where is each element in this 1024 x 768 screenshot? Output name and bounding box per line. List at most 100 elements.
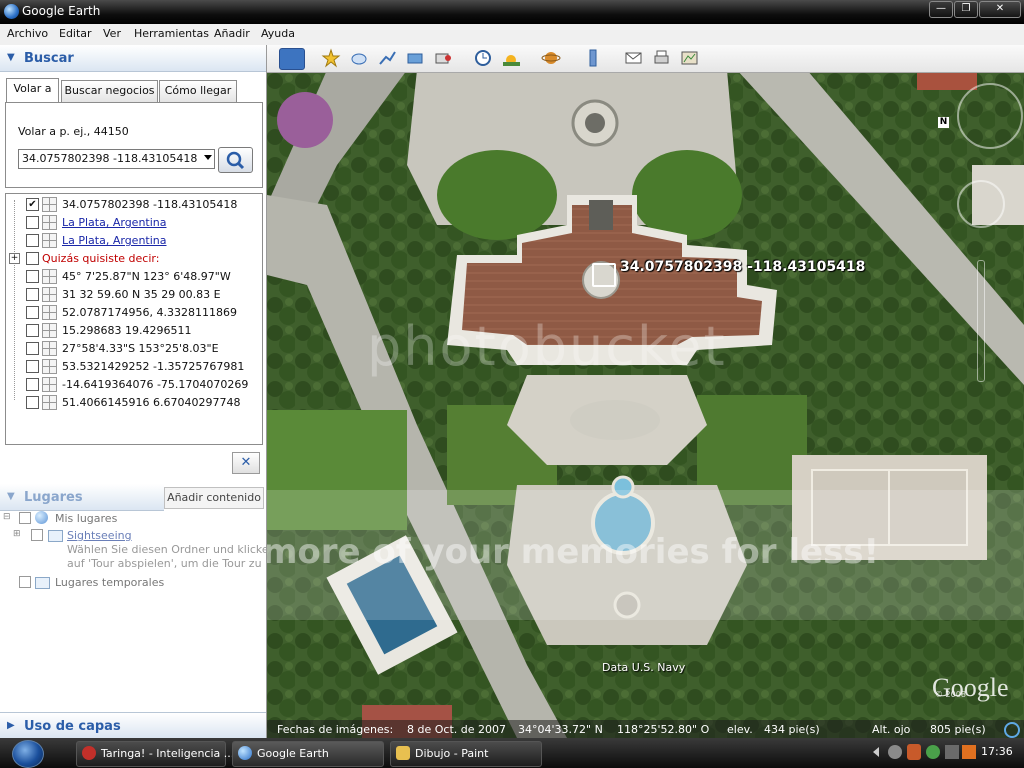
tray-expand-icon[interactable] [873, 747, 879, 757]
result-checkbox[interactable] [26, 360, 39, 373]
list-item[interactable]: 51.4066145916 6.67040297748 [6, 394, 262, 412]
sunlight-icon[interactable] [501, 48, 522, 68]
list-item[interactable]: 45° 7'25.87"N 123° 6'48.97"W [6, 268, 262, 286]
image-overlay-icon[interactable] [405, 48, 426, 68]
compass-ring-icon[interactable] [957, 83, 1023, 149]
placemark-tool-icon[interactable] [321, 48, 342, 68]
view-in-maps-icon[interactable] [679, 48, 700, 68]
result-label[interactable]: 31 32 59.60 N 35 29 00.83 E [62, 288, 221, 301]
email-icon[interactable] [623, 48, 644, 68]
polygon-tool-icon[interactable] [349, 48, 370, 68]
search-button[interactable] [218, 147, 253, 173]
clear-search-button[interactable]: ✕ [232, 452, 260, 474]
zoom-slider[interactable] [977, 260, 985, 382]
result-checkbox[interactable]: ✔ [26, 198, 39, 211]
result-label[interactable]: 53.5321429252 -1.35725767981 [62, 360, 244, 373]
list-item[interactable]: 15.298683 19.4296511 [6, 322, 262, 340]
list-item[interactable]: ✔ 34.0757802398 -118.43105418 [6, 196, 262, 214]
result-checkbox[interactable] [26, 396, 39, 409]
menu-anadir[interactable]: Añadir [214, 27, 250, 40]
collapse-arrow-icon[interactable]: ▼ [7, 491, 15, 502]
result-checkbox[interactable] [26, 270, 39, 283]
menu-ver[interactable]: Ver [103, 27, 121, 40]
sidebar-toggle-icon[interactable] [279, 48, 305, 70]
collapse-minus-icon[interactable]: ⊟ [3, 512, 11, 522]
result-label[interactable]: 15.298683 19.4296511 [62, 324, 191, 337]
result-label[interactable]: -14.6419364076 -75.1704070269 [62, 378, 248, 391]
taskbar-item-google-earth[interactable]: Google Earth [232, 741, 384, 767]
result-label[interactable]: 45° 7'25.87"N 123° 6'48.97"W [62, 270, 231, 283]
list-item[interactable]: 31 32 59.60 N 35 29 00.83 E [6, 286, 262, 304]
result-checkbox[interactable] [26, 342, 39, 355]
tab-buscar-negocios[interactable]: Buscar negocios [61, 80, 158, 102]
close-button[interactable]: ✕ [979, 1, 1021, 18]
tray-shield-icon[interactable] [907, 744, 921, 760]
menu-ayuda[interactable]: Ayuda [261, 27, 295, 40]
list-item[interactable]: 53.5321429252 -1.35725767981 [6, 358, 262, 376]
search-input-value[interactable]: 34.0757802398 -118.43105418 [22, 152, 197, 165]
list-item[interactable]: -14.6419364076 -75.1704070269 [6, 376, 262, 394]
result-checkbox[interactable] [26, 252, 39, 265]
menu-archivo[interactable]: Archivo [7, 27, 48, 40]
result-label[interactable]: 34.0757802398 -118.43105418 [62, 198, 237, 211]
result-label[interactable]: 27°58'4.33"S 153°25'8.03"E [62, 342, 219, 355]
result-checkbox[interactable] [26, 288, 39, 301]
place-checkbox[interactable] [19, 512, 31, 524]
result-checkbox[interactable] [26, 378, 39, 391]
tray-volume-icon[interactable] [945, 745, 959, 759]
print-icon[interactable] [651, 48, 672, 68]
temp-places-label[interactable]: Lugares temporales [55, 576, 164, 589]
dropdown-arrow-icon[interactable] [204, 155, 212, 160]
collapse-arrow-icon[interactable]: ▼ [7, 52, 15, 63]
result-label[interactable]: 52.0787174956, 4.3328111869 [62, 306, 237, 319]
list-item[interactable]: 52.0787174956, 4.3328111869 [6, 304, 262, 322]
tab-volar-a[interactable]: Volar a [6, 78, 59, 102]
list-item[interactable]: 27°58'4.33"S 153°25'8.03"E [6, 340, 262, 358]
satellite-imagery[interactable] [267, 45, 1024, 738]
tray-network-icon[interactable] [888, 745, 902, 759]
add-content-button[interactable]: Añadir contenido [164, 487, 264, 509]
result-checkbox[interactable] [26, 234, 39, 247]
expand-plus-icon[interactable]: + [9, 253, 20, 264]
planet-switch-icon[interactable] [541, 48, 562, 68]
record-tour-icon[interactable] [433, 48, 454, 68]
list-item[interactable]: La Plata, Argentina [6, 214, 262, 232]
search-panel-header[interactable]: ▼ Buscar [0, 45, 266, 72]
places-panel-header[interactable]: ▼ Lugares [0, 484, 164, 511]
place-checkbox[interactable] [31, 529, 43, 541]
sightseeing-link[interactable]: Sightseeing [67, 529, 132, 542]
look-joystick-icon[interactable] [957, 180, 1005, 228]
placemark-marker-icon[interactable] [592, 263, 616, 287]
taskbar-item-taringa[interactable]: Taringa! - Inteligencia ... [76, 741, 234, 767]
layers-panel-header[interactable]: ▶ Uso de capas [0, 712, 266, 739]
place-checkbox[interactable] [19, 576, 31, 588]
tab-como-llegar[interactable]: Cómo llegar [159, 80, 237, 102]
path-tool-icon[interactable] [377, 48, 398, 68]
expand-plus-icon[interactable]: ⊞ [13, 529, 21, 539]
start-button[interactable] [12, 740, 44, 768]
tray-clock[interactable]: 17:36 [981, 745, 1013, 758]
taskbar-item-paint[interactable]: Dibujo - Paint [390, 741, 542, 767]
ruler-icon[interactable] [583, 48, 604, 68]
list-item[interactable]: La Plata, Argentina [6, 232, 262, 250]
result-label[interactable]: 51.4066145916 6.67040297748 [62, 396, 240, 409]
history-clock-icon[interactable] [473, 48, 494, 68]
result-checkbox[interactable] [26, 216, 39, 229]
placemark-label[interactable]: 34.0757802398 -118.43105418 [620, 259, 865, 275]
tray-media-icon[interactable] [962, 745, 976, 759]
menu-herramientas[interactable]: Herramientas [134, 27, 209, 40]
expand-arrow-icon[interactable]: ▶ [7, 720, 15, 731]
map-view[interactable]: photobucket more of your memories for le… [267, 45, 1024, 738]
tray-users-icon[interactable] [926, 745, 940, 759]
my-places-label[interactable]: Mis lugares [55, 512, 117, 525]
maximize-button[interactable]: ❐ [954, 1, 978, 18]
menu-editar[interactable]: Editar [59, 27, 92, 40]
result-link[interactable]: La Plata, Argentina [62, 234, 167, 247]
north-indicator[interactable]: N [938, 117, 949, 128]
list-item[interactable]: + Quizás quisiste decir: [6, 250, 262, 268]
result-checkbox[interactable] [26, 306, 39, 319]
result-checkbox[interactable] [26, 324, 39, 337]
search-input[interactable]: 34.0757802398 -118.43105418 [18, 149, 215, 169]
minimize-button[interactable]: — [929, 1, 953, 18]
result-link[interactable]: La Plata, Argentina [62, 216, 167, 229]
